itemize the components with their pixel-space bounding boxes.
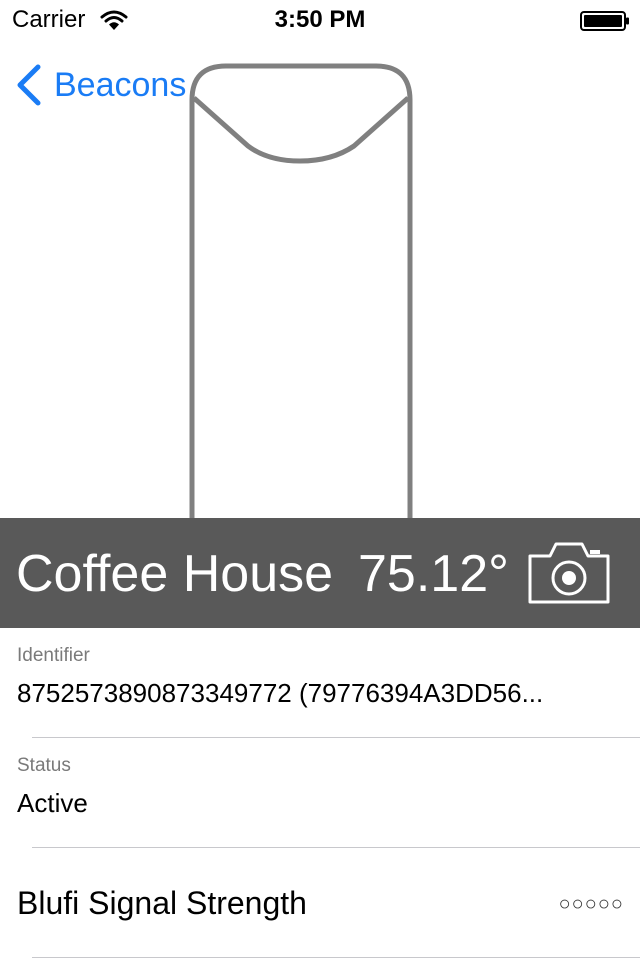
identifier-row: Identifier 8752573890873349772 (79776394… bbox=[0, 628, 640, 738]
status-time: 3:50 PM bbox=[274, 6, 366, 33]
status-row: Status Active bbox=[0, 738, 640, 848]
identifier-value: 8752573890873349772 (79776394A3DD56... bbox=[17, 678, 544, 708]
signal-strength-label: Blufi Signal Strength bbox=[17, 885, 307, 921]
beacon-header: Coffee House 75.12° bbox=[0, 518, 640, 628]
status-value: Active bbox=[17, 788, 88, 818]
beacon-device-illustration bbox=[189, 63, 413, 530]
back-button[interactable]: Beacons bbox=[14, 62, 186, 108]
battery-icon bbox=[580, 11, 629, 31]
camera-icon[interactable] bbox=[526, 540, 612, 606]
status-label: Status bbox=[17, 755, 71, 776]
status-bar: Carrier 3:50 PM bbox=[0, 0, 640, 40]
row-separator bbox=[32, 957, 640, 958]
chevron-left-icon bbox=[17, 64, 41, 106]
beacon-detail-screen: Carrier 3:50 PM Beacons Coffee House 75.… bbox=[0, 0, 640, 960]
beacon-temperature: 75.12° bbox=[358, 545, 509, 603]
signal-strength-indicator: ○○○○○ bbox=[558, 893, 624, 915]
back-button-label: Beacons bbox=[54, 66, 187, 104]
identifier-label: Identifier bbox=[17, 645, 90, 666]
signal-strength-row: Blufi Signal Strength ○○○○○ bbox=[0, 848, 640, 958]
beacon-name: Coffee House bbox=[16, 545, 334, 603]
